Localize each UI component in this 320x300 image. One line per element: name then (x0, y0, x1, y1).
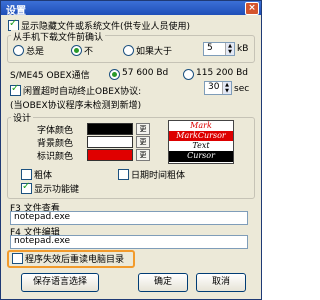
title-bar: 设置 × (1, 1, 261, 17)
timeout-value: 30 (208, 82, 220, 92)
restart-label: 程序失效后重读电脑目录 (25, 255, 125, 265)
bg-color-swatch (87, 136, 133, 148)
bold-label: 粗体 (34, 171, 53, 181)
settings-dialog: 设置 × 显示隐藏文件或系统文件(供专业人员使用) 从手机下载文件前确认 总是 … (0, 0, 262, 300)
date-bold-checkbox[interactable] (118, 169, 129, 180)
radio-never[interactable] (71, 45, 82, 56)
timeout-checkbox[interactable] (10, 83, 21, 96)
radio-if-larger-label: 如果大于 (136, 47, 173, 57)
ok-button[interactable]: 确定 (138, 273, 188, 292)
editor-value: notepad.exe (14, 236, 71, 246)
mark-color-swatch (87, 149, 133, 161)
radio-if-larger[interactable] (123, 45, 134, 56)
cancel-button[interactable]: 取消 (196, 273, 246, 292)
preview-mark: Mark (169, 121, 233, 131)
show-func-keys-label: 显示功能键 (34, 185, 80, 195)
size-unit: kB (237, 44, 249, 54)
bg-color-change-button[interactable]: 更 (136, 136, 150, 148)
design-title: 设计 (11, 111, 34, 124)
timeout-unit: sec (234, 84, 250, 94)
radio-never-label: 不 (84, 47, 94, 57)
obex-rate-label: S/ME45 OBEX通信 (10, 71, 90, 81)
radio-115200[interactable] (183, 69, 194, 80)
stepper-arrows-icon[interactable]: ▲ ▼ (225, 43, 234, 55)
bg-color-label: 背景颜色 (37, 139, 74, 149)
mark-color-change-button[interactable]: 更 (136, 149, 150, 161)
radio-115200-label: 115 200 Bd (196, 68, 248, 78)
viewer-input[interactable]: notepad.exe (10, 211, 248, 225)
stepper-arrows-icon[interactable]: ▲ ▼ (222, 82, 231, 94)
viewer-value: notepad.exe (14, 212, 71, 222)
font-color-swatch (87, 123, 133, 135)
close-button[interactable]: × (245, 2, 259, 15)
radio-57600-label: 57 600 Bd (122, 68, 169, 78)
save-language-button[interactable]: 保存语言选择 (21, 273, 99, 292)
mark-color-label: 标识颜色 (37, 152, 74, 162)
download-confirm-title: 从手机下载文件前确认 (11, 30, 106, 43)
radio-always-label: 总是 (26, 47, 45, 57)
preview-markcursor: MarkCursor (169, 131, 233, 141)
preview-text: Text (169, 141, 233, 151)
font-color-label: 字体颜色 (37, 126, 74, 136)
preview-cursor: Cursor (169, 151, 233, 162)
radio-always[interactable] (13, 45, 24, 56)
size-stepper[interactable]: 5 ▲ ▼ (203, 42, 235, 56)
date-bold-label: 日期时间粗体 (131, 171, 186, 181)
font-color-change-button[interactable]: 更 (136, 123, 150, 135)
timeout-stepper[interactable]: 30 ▲ ▼ (204, 81, 232, 95)
editor-input[interactable]: notepad.exe (10, 235, 248, 249)
window-title: 设置 (6, 6, 26, 17)
radio-57600[interactable] (109, 69, 120, 80)
restart-checkbox[interactable] (12, 253, 23, 264)
timeout-label: 闲置超时自动终止OBEX协议: (23, 87, 142, 97)
size-value: 5 (207, 43, 213, 53)
show-func-keys-checkbox[interactable] (21, 181, 32, 194)
bold-checkbox[interactable] (21, 169, 32, 180)
color-preview: Mark MarkCursor Text Cursor (168, 120, 234, 164)
obex-note: (当OBEX协议程序未检测到新增) (10, 101, 142, 111)
